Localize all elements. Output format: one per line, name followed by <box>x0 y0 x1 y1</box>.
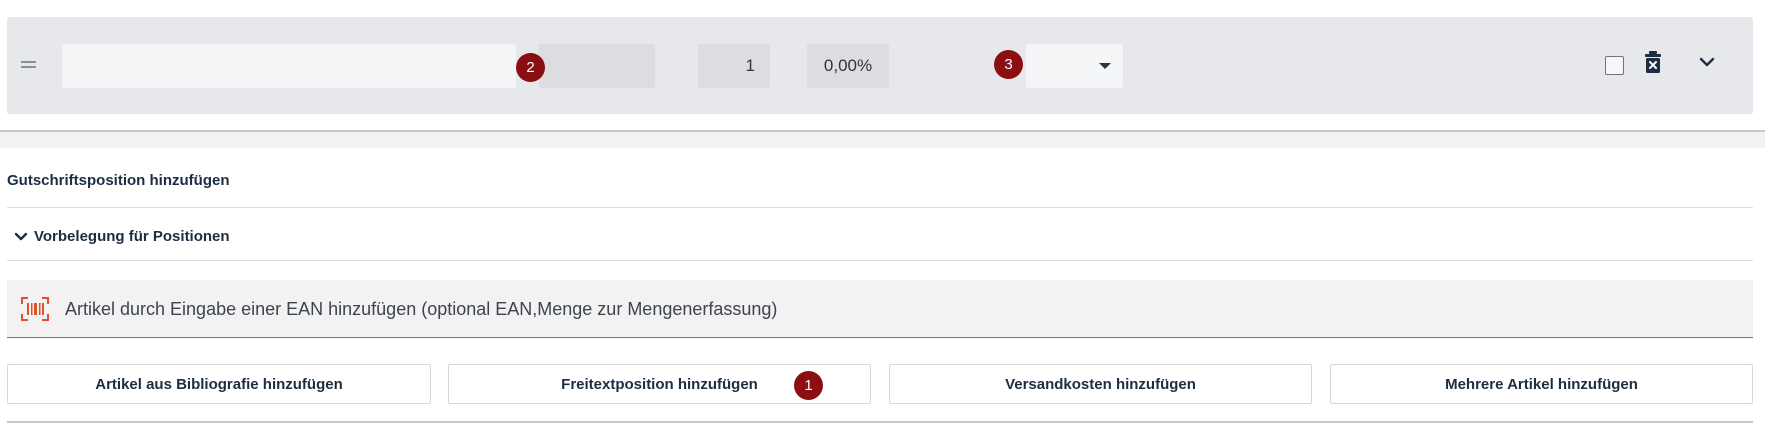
badge-number: 2 <box>526 59 535 76</box>
disabled-field <box>539 44 655 88</box>
barcode-icon <box>21 297 49 321</box>
step-badge-1: 1 <box>794 371 823 400</box>
add-shipping-costs-button[interactable]: Versandkosten hinzufügen <box>889 364 1312 404</box>
chevron-down-icon[interactable] <box>1698 55 1716 69</box>
presets-toggle[interactable]: Vorbelegung für Positionen <box>13 228 230 245</box>
separator <box>7 207 1753 208</box>
position-row: 1 0,00% <box>7 17 1753 114</box>
page: 1 0,00% 2 3 Gutschriftsposition hinzufüg… <box>0 0 1765 425</box>
quantity-field[interactable]: 1 <box>698 44 770 88</box>
discount-value: 0,00% <box>823 56 873 75</box>
row-checkbox[interactable] <box>1605 56 1624 75</box>
bottom-divider <box>7 421 1753 423</box>
tax-select[interactable] <box>1026 44 1123 88</box>
add-credit-position-link[interactable]: Gutschriftsposition hinzufügen <box>7 172 229 189</box>
drag-handle-icon[interactable] <box>21 61 36 69</box>
quantity-value: 1 <box>745 56 755 75</box>
step-badge-3: 3 <box>994 50 1023 79</box>
description-input[interactable] <box>62 44 516 88</box>
ean-input-bar[interactable]: Artikel durch Eingabe einer EAN hinzufüg… <box>7 280 1753 338</box>
discount-field[interactable]: 0,00% <box>807 44 889 88</box>
presets-label: Vorbelegung für Positionen <box>34 228 230 245</box>
add-from-bibliography-button[interactable]: Artikel aus Bibliografie hinzufügen <box>7 364 431 404</box>
trash-icon[interactable] <box>1644 51 1662 73</box>
divider <box>0 130 1765 148</box>
add-multiple-articles-button[interactable]: Mehrere Artikel hinzufügen <box>1330 364 1753 404</box>
separator <box>7 260 1753 261</box>
badge-number: 1 <box>804 377 813 394</box>
caret-down-icon <box>1099 63 1111 69</box>
badge-number: 3 <box>1004 56 1013 73</box>
ean-input-placeholder[interactable]: Artikel durch Eingabe einer EAN hinzufüg… <box>65 299 777 320</box>
step-badge-2: 2 <box>516 53 545 82</box>
chevron-down-icon <box>14 232 28 240</box>
